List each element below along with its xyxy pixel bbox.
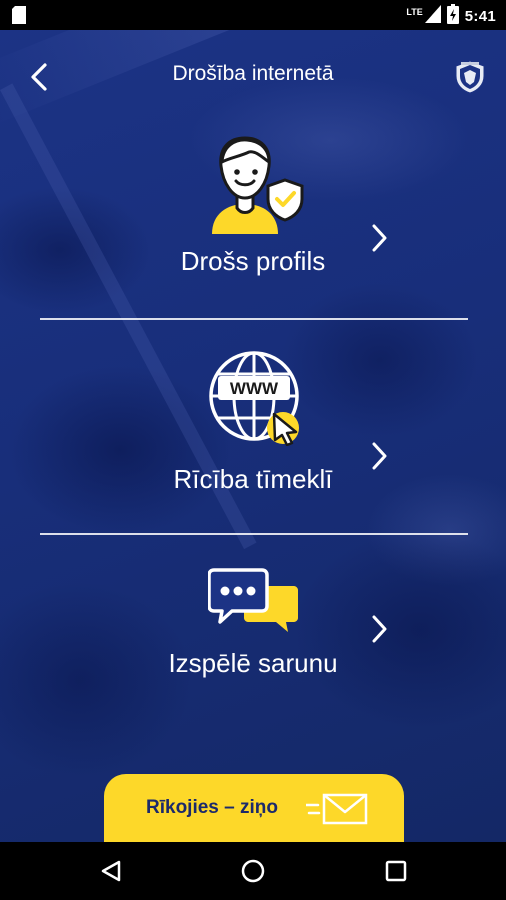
menu-item-label: Izspēlē sarunu: [168, 648, 338, 678]
nav-home-button[interactable]: [238, 856, 268, 886]
menu-item-web-behavior[interactable]: WWW Rīcība tīmeklī: [0, 336, 506, 516]
www-globe-icon: WWW: [209, 351, 299, 446]
nav-recents-button[interactable]: [381, 856, 411, 886]
page-title: Drošība internetā: [172, 62, 334, 85]
signal-icon: [424, 5, 441, 28]
clock: 5:41: [464, 8, 496, 25]
recents-square-icon: [385, 860, 407, 882]
chevron-right-icon: [372, 224, 387, 252]
status-icons: LTE 5:41: [406, 4, 496, 29]
chat-bubbles-icon: [208, 568, 298, 632]
menu-item-label: Drošs profils: [180, 246, 326, 276]
nav-back-button[interactable]: [96, 856, 126, 886]
back-triangle-icon: [101, 860, 121, 882]
home-circle-icon: [241, 859, 265, 883]
divider: [40, 318, 468, 320]
main-screen: Drošība internetā Drošs profils WWW Rīcī…: [0, 30, 506, 842]
chevron-right-icon: [372, 442, 387, 470]
divider: [40, 533, 468, 535]
menu-item-secure-profile[interactable]: Drošs profils: [0, 128, 506, 308]
www-text: WWW: [230, 379, 279, 398]
report-button-label: Rīkojies – ziņo: [146, 797, 278, 818]
menu-item-play-conversation[interactable]: Izspēlē sarunu: [0, 554, 506, 684]
navigation-bar: [0, 842, 506, 900]
report-button[interactable]: Rīkojies – ziņo: [104, 774, 404, 842]
chevron-right-icon: [372, 615, 387, 643]
envelope-icon: [306, 793, 368, 825]
app-bar: Drošība internetā: [0, 30, 506, 120]
status-bar: LTE 5:41: [0, 0, 506, 30]
sim-card-icon: [12, 6, 26, 29]
network-type: LTE: [406, 6, 423, 17]
police-emblem-icon: [454, 60, 486, 94]
battery-icon: [446, 4, 459, 29]
menu-item-label: Rīcība tīmeklī: [173, 464, 333, 494]
user-shield-icon: [212, 136, 304, 234]
